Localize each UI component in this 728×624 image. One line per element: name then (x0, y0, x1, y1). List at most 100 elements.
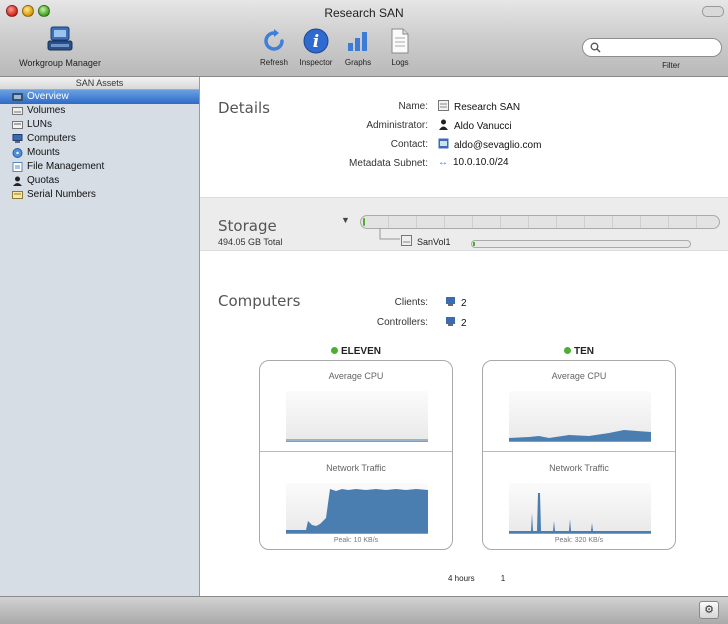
person-icon (12, 176, 23, 186)
window-title: Research SAN (324, 6, 404, 20)
admin-value: Aldo Vanucci (438, 119, 512, 133)
controllers-value: 2 (445, 316, 467, 330)
workgroup-manager-button[interactable]: Workgroup Manager (4, 24, 116, 68)
san-icon (438, 100, 449, 114)
network-graph (509, 483, 651, 534)
name-value: Research SAN (438, 100, 520, 114)
contact-label: Contact: (390, 139, 428, 150)
panel-divider (260, 451, 452, 452)
sidebar-item-label: Quotas (27, 175, 60, 186)
graphs-label: Graphs (344, 58, 372, 67)
time-range-page: 1 (500, 574, 506, 583)
sidebar-item-file-management[interactable]: File Management (0, 160, 199, 174)
volume-capacity-bar (471, 240, 691, 248)
status-dot-icon (564, 347, 571, 354)
filter-control: Filter (582, 38, 722, 70)
name-label: Name: (398, 101, 428, 112)
workgroup-manager-label: Workgroup Manager (19, 58, 101, 68)
computer-icon (12, 134, 23, 144)
workgroup-manager-icon (45, 24, 75, 54)
filter-label: Filter (662, 61, 680, 70)
overview-icon (12, 92, 23, 102)
volume-icon (12, 106, 23, 116)
contact-value[interactable]: aldo@sevaglio.com (438, 138, 541, 152)
details-title: Details (218, 99, 271, 117)
network-label: Network Traffic (326, 463, 386, 473)
network-label: Network Traffic (549, 463, 609, 473)
subnet-value: ↔ 10.0.10.0/24 (438, 157, 509, 168)
toolbar-toggle-button[interactable] (702, 6, 724, 17)
filter-input[interactable] (582, 38, 722, 57)
status-dot-icon (330, 347, 338, 354)
volume-icon (401, 235, 412, 248)
volume-row[interactable]: SanVol1 (401, 235, 451, 248)
lun-icon (12, 120, 23, 130)
admin-label: Administrator: (366, 120, 428, 131)
logs-label: Logs (391, 58, 409, 67)
gear-icon: ⚙ (704, 604, 714, 616)
network-graph (286, 483, 428, 534)
toolbar-buttons: Refresh i Inspector Graphs Logs (256, 28, 418, 67)
document-icon (385, 28, 415, 54)
storage-title: Storage (218, 217, 277, 235)
cpu-graph (286, 391, 428, 442)
network-arrows-icon: ↔ (438, 157, 448, 168)
file-icon (12, 162, 23, 172)
overview-pane: Details Name: Research SAN Administrator… (200, 77, 728, 596)
host-panel-ten[interactable]: Average CPU Network Traffic Peak: 320 KB… (482, 360, 676, 550)
person-icon (438, 119, 449, 133)
cpu-label: Average CPU (551, 371, 607, 381)
cpu-graph (509, 391, 651, 442)
computer-icon (445, 316, 456, 330)
clients-value: 2 (445, 296, 467, 310)
sidebar: SAN Assets Overview Volumes LUNs Compute… (0, 77, 200, 596)
bottom-bar: ⚙ (0, 596, 728, 624)
sidebar-item-label: Overview (27, 91, 69, 102)
controllers-label: Controllers: (376, 317, 428, 328)
storage-capacity-bar (360, 215, 720, 229)
disclosure-triangle-icon[interactable]: ▼ (341, 215, 350, 225)
time-range-label: 4 hours (448, 574, 475, 583)
mount-icon (12, 148, 23, 158)
sidebar-item-label: File Management (27, 161, 105, 172)
logs-button[interactable]: Logs (382, 28, 418, 67)
panel-divider (483, 451, 675, 452)
sidebar-item-serial-numbers[interactable]: Serial Numbers (0, 188, 199, 202)
sidebar-item-luns[interactable]: LUNs (0, 118, 199, 132)
peak-label: Peak: 320 KB/s (554, 537, 604, 544)
refresh-button[interactable]: Refresh (256, 28, 292, 67)
inspector-button[interactable]: i Inspector (298, 28, 334, 67)
sidebar-item-overview[interactable]: Overview (0, 90, 199, 104)
sidebar-item-label: Volumes (27, 105, 66, 116)
serial-number-icon (12, 190, 23, 200)
host-panel-eleven[interactable]: Average CPU Network Traffic Peak: 10 KB/… (259, 360, 453, 550)
clients-label: Clients: (394, 297, 428, 308)
controllers-count: 2 (461, 317, 467, 329)
storage-section: Storage 494.05 GB Total ▼ SanVol1 (200, 197, 728, 251)
refresh-label: Refresh (259, 58, 288, 67)
sidebar-item-computers[interactable]: Computers (0, 132, 199, 146)
subnet-text: 10.0.10.0/24 (453, 157, 509, 168)
admin-text: Aldo Vanucci (454, 120, 512, 132)
clients-count: 2 (461, 297, 467, 309)
sidebar-item-volumes[interactable]: Volumes (0, 104, 199, 118)
sidebar-item-mounts[interactable]: Mounts (0, 146, 199, 160)
window-toolbar: Research SAN Workgroup Manager Refresh i… (0, 0, 728, 77)
sidebar-item-label: Computers (27, 133, 76, 144)
host-name-text: ELEVEN (340, 346, 381, 357)
peak-label: Peak: 10 KB/s (333, 537, 379, 544)
bar-graph-icon (343, 28, 373, 54)
sidebar-header: SAN Assets (0, 77, 199, 90)
search-icon (590, 42, 601, 56)
sidebar-item-quotas[interactable]: Quotas (0, 174, 199, 188)
mail-icon (438, 138, 449, 152)
cpu-label: Average CPU (328, 371, 384, 381)
sidebar-item-label: Serial Numbers (27, 189, 96, 200)
time-range-control[interactable]: 4 hours 1 (448, 574, 505, 583)
volume-name: SanVol1 (417, 236, 451, 247)
graphs-button[interactable]: Graphs (340, 28, 376, 67)
info-icon: i (301, 28, 331, 54)
action-menu-button[interactable]: ⚙ (699, 601, 719, 619)
subnet-label: Metadata Subnet: (349, 158, 428, 169)
name-text: Research SAN (454, 101, 521, 113)
